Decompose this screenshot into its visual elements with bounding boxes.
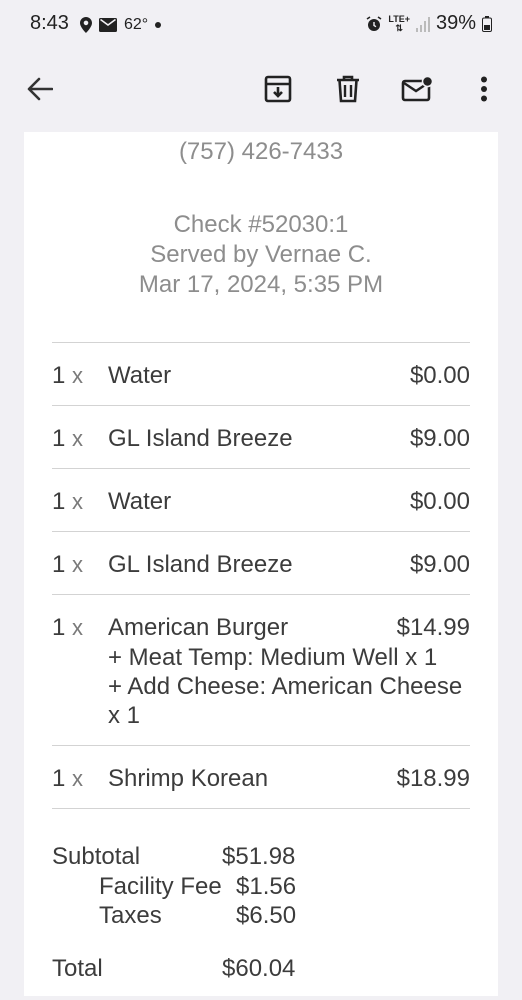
item-price: $14.99 bbox=[396, 614, 470, 641]
item-modifier: + Meat Temp: Medium Well x 1 bbox=[108, 644, 438, 671]
subtotal-label: Subtotal bbox=[52, 843, 141, 870]
item-quantity: 1 x bbox=[52, 551, 83, 579]
status-left-icons: 62° bbox=[80, 13, 162, 37]
arrow-left-icon bbox=[27, 77, 53, 101]
total-label: Total bbox=[52, 955, 103, 982]
item-price: $9.00 bbox=[409, 551, 470, 578]
subtotal-value: $51.98 bbox=[222, 843, 296, 870]
item-name: GL Island Breeze bbox=[108, 551, 293, 578]
data-arrows-icon: ⇅ bbox=[395, 22, 403, 33]
divider bbox=[52, 405, 470, 406]
check-number: Check #52030:1 bbox=[173, 211, 349, 238]
email-toolbar bbox=[0, 50, 522, 132]
archive-icon bbox=[264, 75, 292, 103]
quantity-x: x bbox=[72, 766, 84, 791]
item-quantity: 1 x bbox=[52, 362, 83, 390]
item-price: $9.00 bbox=[409, 425, 470, 452]
quantity-value: 1 bbox=[52, 614, 66, 641]
more-vert-icon bbox=[481, 76, 487, 102]
item-name: Water bbox=[108, 488, 172, 515]
item-price: $0.00 bbox=[409, 488, 470, 515]
notification-dot-icon bbox=[155, 22, 162, 28]
quantity-x: x bbox=[72, 552, 84, 577]
trash-icon bbox=[337, 75, 359, 103]
divider bbox=[52, 531, 470, 532]
item-modifier: x 1 bbox=[108, 702, 141, 729]
quantity-value: 1 bbox=[52, 765, 66, 792]
total-value: $60.04 bbox=[222, 955, 296, 982]
status-time: 8:43 bbox=[30, 12, 69, 34]
divider bbox=[52, 342, 470, 343]
quantity-x: x bbox=[72, 615, 84, 640]
taxes-label: Taxes bbox=[99, 902, 162, 929]
divider bbox=[52, 468, 470, 469]
mail-unread-icon bbox=[401, 76, 433, 102]
quantity-value: 1 bbox=[52, 362, 66, 389]
more-options-button[interactable] bbox=[462, 67, 506, 111]
taxes-value: $6.50 bbox=[236, 902, 297, 929]
delete-button[interactable] bbox=[326, 67, 370, 111]
item-price: $0.00 bbox=[409, 362, 470, 389]
back-button[interactable] bbox=[18, 67, 62, 111]
divider bbox=[52, 808, 470, 809]
location-icon bbox=[80, 17, 92, 33]
divider bbox=[52, 594, 470, 595]
server-name: Served by Vernae C. bbox=[150, 241, 372, 268]
quantity-value: 1 bbox=[52, 551, 66, 578]
restaurant-phone[interactable]: (757) 426-7433 bbox=[24, 138, 498, 166]
check-datetime: Mar 17, 2024, 5:35 PM bbox=[138, 271, 384, 298]
quantity-value: 1 bbox=[52, 425, 66, 452]
item-quantity: 1 x bbox=[52, 488, 83, 516]
status-temperature: 62° bbox=[124, 16, 149, 33]
item-price: $18.99 bbox=[396, 765, 470, 792]
quantity-x: x bbox=[72, 363, 84, 388]
mark-unread-button[interactable] bbox=[395, 67, 439, 111]
item-name: GL Island Breeze bbox=[108, 425, 293, 452]
archive-button[interactable] bbox=[256, 67, 300, 111]
item-name: Shrimp Korean bbox=[108, 765, 269, 792]
divider bbox=[52, 745, 470, 746]
quantity-x: x bbox=[72, 426, 84, 451]
item-name: American Burger bbox=[108, 614, 289, 641]
item-quantity: 1 x bbox=[52, 425, 83, 453]
item-quantity: 1 x bbox=[52, 765, 83, 793]
quantity-value: 1 bbox=[52, 488, 66, 515]
item-name: Water bbox=[108, 362, 172, 389]
facility-fee-value: $1.56 bbox=[236, 873, 297, 900]
item-quantity: 1 x bbox=[52, 614, 83, 642]
network-type: LTE+ ⇅ bbox=[388, 14, 410, 33]
signal-icon bbox=[415, 16, 430, 32]
battery-percent: 39% bbox=[435, 12, 476, 34]
facility-fee-label: Facility Fee bbox=[99, 873, 222, 900]
quantity-x: x bbox=[72, 489, 84, 514]
receipt-card: (757) 426-7433 Check #52030:1 Served by … bbox=[24, 132, 498, 996]
status-bar: 8:43 62° LTE+ ⇅ 39% bbox=[0, 0, 522, 50]
gmail-icon bbox=[99, 18, 117, 32]
status-right-icons: LTE+ ⇅ 39% bbox=[366, 12, 492, 35]
item-modifier: + Add Cheese: American Cheese bbox=[108, 673, 463, 700]
email-body: (757) 426-7433 Check #52030:1 Served by … bbox=[0, 132, 522, 1000]
alarm-icon bbox=[366, 15, 382, 31]
battery-icon bbox=[482, 15, 492, 32]
